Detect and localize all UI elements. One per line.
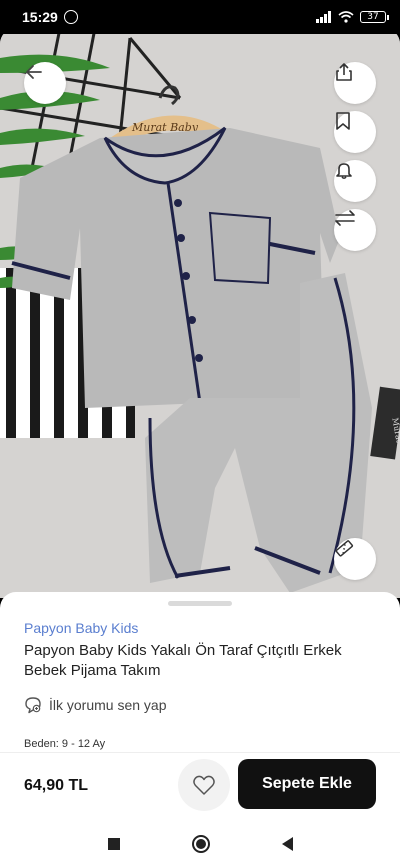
signal-icon — [316, 11, 331, 23]
status-icons: 37 — [316, 11, 389, 23]
favorite-button[interactable] — [178, 759, 230, 811]
heart-icon — [193, 775, 215, 795]
price: 64,90 TL — [24, 777, 89, 794]
system-navigation-bar — [0, 822, 400, 866]
first-review-link[interactable]: İlk yorumu sen yap — [24, 696, 167, 714]
back-button[interactable] — [24, 62, 66, 104]
bookmark-icon — [336, 112, 350, 130]
comment-icon — [25, 697, 41, 714]
back-triangle-icon[interactable] — [281, 837, 293, 851]
compare-arrows-icon — [335, 210, 355, 226]
share-icon — [336, 63, 352, 81]
purchase-bar: 64,90 TL Sepete Ekle — [0, 752, 400, 822]
product-image[interactable]: Murat Baby Murat — [0, 28, 400, 598]
bookmark-button[interactable] — [334, 111, 376, 153]
price-alert-button[interactable] — [334, 160, 376, 202]
status-bar: 15:29 37 — [0, 0, 400, 34]
add-to-cart-button[interactable]: Sepete Ekle — [238, 759, 376, 809]
review-prompt: İlk yorumu sen yap — [49, 697, 167, 713]
ruler-icon — [335, 540, 354, 557]
drag-handle[interactable] — [168, 601, 232, 606]
status-time: 15:29 — [22, 9, 58, 25]
home-icon[interactable] — [191, 835, 210, 853]
compare-button[interactable] — [334, 209, 376, 251]
brand-link[interactable]: Papyon Baby Kids — [24, 620, 138, 636]
bell-icon — [336, 163, 352, 180]
recent-apps-icon[interactable] — [107, 838, 120, 850]
battery-icon: 37 — [360, 11, 389, 23]
wifi-icon — [338, 11, 354, 23]
size-guide-button[interactable] — [334, 538, 376, 580]
arrow-left-icon — [26, 65, 42, 79]
product-title: Papyon Baby Kids Yakalı Ön Taraf Çıtçıtl… — [24, 642, 342, 679]
share-button[interactable] — [334, 62, 376, 104]
whatsapp-icon — [63, 10, 78, 24]
size-label: Beden: 9 - 12 Ay — [24, 738, 106, 750]
